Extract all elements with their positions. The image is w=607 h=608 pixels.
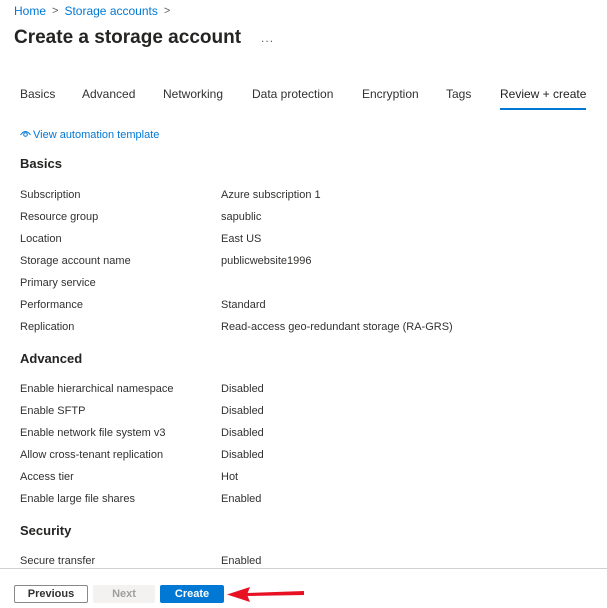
row-label: Enable network file system v3 (20, 427, 166, 439)
tab-review-create[interactable]: Review + create (500, 87, 587, 110)
row-label: Secure transfer (20, 555, 96, 567)
section-heading-basics: Basics (20, 156, 62, 171)
row-value: Hot (221, 471, 239, 483)
row-label: Enable SFTP (20, 405, 86, 417)
row-label: Allow cross-tenant replication (20, 449, 164, 461)
row-label: Replication (20, 321, 75, 333)
row-label: Resource group (20, 211, 99, 223)
tab-networking[interactable]: Networking (163, 87, 223, 101)
row-value: Disabled (221, 405, 264, 417)
row-value: Enabled (221, 555, 262, 567)
row-label: Location (20, 233, 62, 245)
row-label: Primary service (20, 277, 96, 289)
next-button: Next (93, 585, 155, 603)
create-button[interactable]: Create (160, 585, 224, 603)
row-value: Disabled (221, 383, 264, 395)
breadcrumb-separator: > (52, 5, 59, 17)
tab-tags[interactable]: Tags (446, 87, 471, 101)
section-heading-security: Security (20, 523, 72, 538)
row-label: Access tier (20, 471, 74, 483)
row-value: Read-access geo-redundant storage (RA-GR… (221, 321, 453, 333)
summary-row: Allow cross-tenant replication Disabled (20, 449, 580, 463)
summary-row: Subscription Azure subscription 1 (20, 189, 580, 203)
previous-button[interactable]: Previous (14, 585, 88, 603)
view-automation-template-label: View automation template (33, 129, 160, 141)
view-automation-template-link[interactable]: View automation template (20, 129, 159, 141)
row-value: Enabled (221, 493, 262, 505)
row-label: Subscription (20, 189, 81, 201)
tab-data-protection[interactable]: Data protection (252, 87, 333, 101)
footer-divider (0, 568, 607, 569)
row-value: East US (221, 233, 262, 245)
summary-row: Performance Standard (20, 299, 580, 313)
row-value: Standard (221, 299, 266, 311)
more-options-icon[interactable]: ... (261, 31, 274, 45)
summary-row: Replication Read-access geo-redundant sto… (20, 321, 580, 335)
breadcrumb: Home > Storage accounts > (14, 4, 176, 18)
breadcrumb-storage-accounts[interactable]: Storage accounts (64, 4, 157, 18)
annotation-arrow-icon (226, 585, 306, 608)
tab-encryption[interactable]: Encryption (362, 87, 419, 101)
tab-basics[interactable]: Basics (20, 87, 55, 101)
summary-row: Enable hierarchical namespace Disabled (20, 383, 580, 397)
summary-row: Resource group sapublic (20, 211, 580, 225)
section-heading-advanced: Advanced (20, 351, 83, 366)
summary-row: Primary service (20, 277, 580, 291)
summary-row: Access tier Hot (20, 471, 580, 485)
summary-row: Enable network file system v3 Disabled (20, 427, 580, 441)
summary-row: Storage account name publicwebsite1996 (20, 255, 580, 269)
row-label: Storage account name (20, 255, 131, 267)
row-value: Disabled (221, 427, 264, 439)
row-label: Performance (20, 299, 83, 311)
eye-icon (20, 129, 33, 141)
summary-row: Secure transfer Enabled (20, 555, 580, 569)
page-title: Create a storage account (14, 27, 242, 48)
row-value: sapublic (221, 211, 262, 223)
row-value: Disabled (221, 449, 264, 461)
breadcrumb-home[interactable]: Home (14, 4, 46, 18)
page-header: Create a storage account ... (14, 27, 274, 49)
summary-row: Location East US (20, 233, 580, 247)
row-label: Enable large file shares (20, 493, 135, 505)
row-value: Azure subscription 1 (221, 189, 321, 201)
summary-row: Enable large file shares Enabled (20, 493, 580, 507)
breadcrumb-separator: > (163, 5, 171, 17)
tab-advanced[interactable]: Advanced (82, 87, 135, 101)
summary-row: Enable SFTP Disabled (20, 405, 580, 419)
row-label: Enable hierarchical namespace (20, 383, 174, 395)
row-value: publicwebsite1996 (221, 255, 312, 267)
